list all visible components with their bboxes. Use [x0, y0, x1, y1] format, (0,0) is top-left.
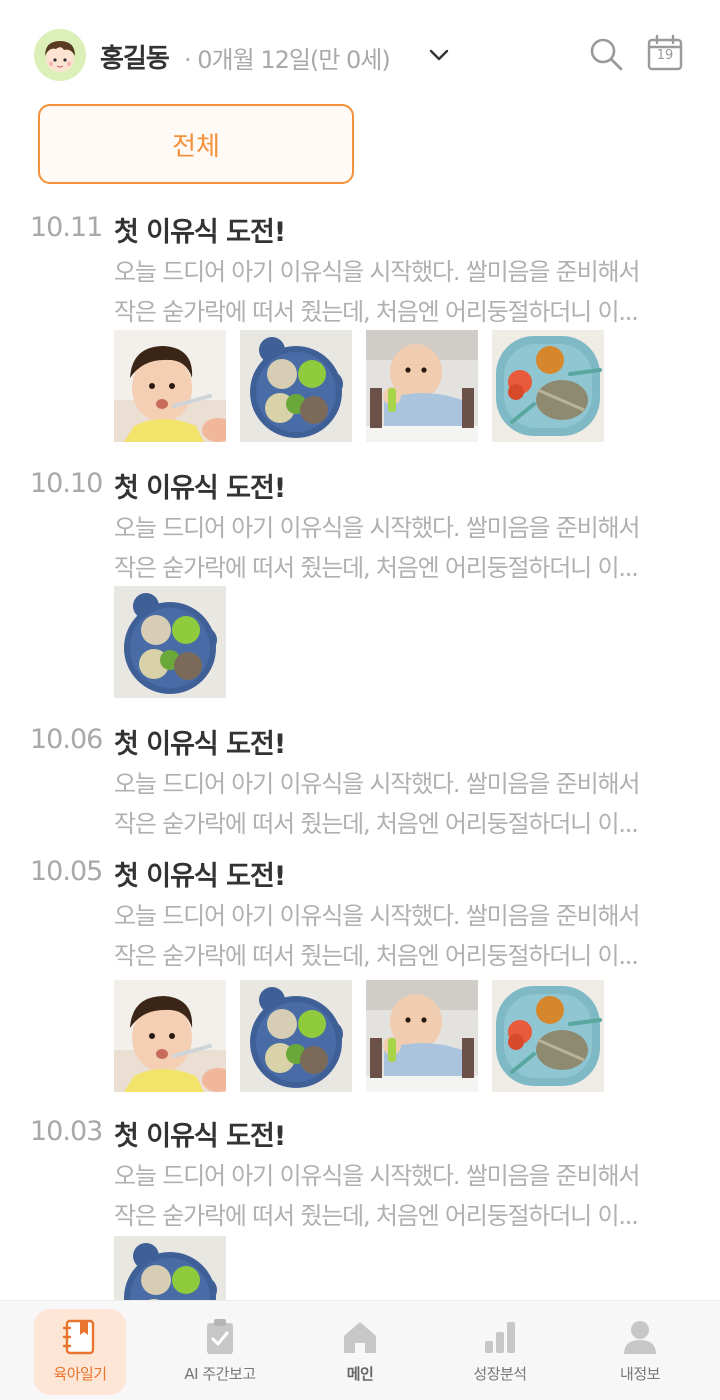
calendar-icon[interactable]: 19	[646, 34, 684, 72]
entry-title[interactable]: 첫 이유식 도전!	[114, 210, 286, 249]
entry-preview-line: 오늘 드디어 아기 이유식을 시작했다. 쌀미음을 준비해서	[114, 770, 640, 798]
entry-date: 10.11	[30, 212, 103, 243]
clipboard-check-icon	[207, 1319, 233, 1354]
entry-title[interactable]: 첫 이유식 도전!	[114, 1114, 286, 1153]
filter-all-button[interactable]: 전체	[38, 104, 354, 184]
entry-preview-line: 오늘 드디어 아기 이유식을 시작했다. 쌀미음을 준비해서	[114, 258, 640, 286]
entry-preview: 오늘 드디어 아기 이유식을 시작했다. 쌀미음을 준비해서 작은 숟가락에 떠…	[114, 764, 702, 844]
diary-book-icon	[62, 1319, 95, 1355]
tab-my-info[interactable]: 내정보	[594, 1309, 686, 1395]
toddler-meal-plate-photo[interactable]	[492, 980, 604, 1092]
tab-label: AI 주간보고	[184, 1365, 256, 1383]
entry-preview: 오늘 드디어 아기 이유식을 시작했다. 쌀미음을 준비해서 작은 숟가락에 떠…	[114, 508, 702, 588]
baby-high-chair-photo[interactable]	[366, 980, 478, 1092]
toddler-meal-plate-photo[interactable]	[492, 330, 604, 442]
baby-high-chair-photo[interactable]	[366, 330, 478, 442]
entry-photos	[114, 330, 604, 442]
entry-title[interactable]: 첫 이유식 도전!	[114, 466, 286, 505]
baby-age: · 0개월 12일(만 0세)	[184, 46, 391, 74]
entry-preview: 오늘 드디어 아기 이유식을 시작했다. 쌀미음을 준비해서 작은 숟가락에 떠…	[114, 252, 702, 332]
home-icon	[344, 1322, 376, 1353]
baby-food-bowl-photo[interactable]	[240, 980, 352, 1092]
entry-date: 10.03	[30, 1116, 103, 1147]
entry-preview-line: 작은 숟가락에 떠서 줬는데, 처음엔 어리둥절하더니 이...	[114, 942, 639, 970]
tab-main[interactable]: 메인	[314, 1309, 406, 1395]
entry-preview-line: 오늘 드디어 아기 이유식을 시작했다. 쌀미음을 준비해서	[114, 902, 640, 930]
tab-label: 메인	[346, 1365, 374, 1383]
person-icon	[624, 1321, 656, 1354]
app-header: 홍길동 · 0개월 12일(만 0세) 19	[0, 0, 720, 100]
chevron-down-icon[interactable]	[428, 44, 450, 66]
entry-preview: 오늘 드디어 아기 이유식을 시작했다. 쌀미음을 준비해서 작은 숟가락에 떠…	[114, 896, 702, 976]
entry-preview-line: 작은 숟가락에 떠서 줬는데, 처음엔 어리둥절하더니 이...	[114, 298, 639, 326]
tab-ai-weekly-report[interactable]: AI 주간보고	[174, 1309, 266, 1395]
tab-growth-analysis[interactable]: 성장분석	[454, 1309, 546, 1395]
baby-name[interactable]: 홍길동	[100, 38, 170, 75]
entry-date: 10.10	[30, 468, 103, 499]
baby-food-bowl-photo[interactable]	[240, 330, 352, 442]
search-icon[interactable]	[588, 36, 624, 72]
entry-photos	[114, 586, 226, 698]
entry-date: 10.06	[30, 724, 103, 755]
tab-diary[interactable]: 육아일기	[34, 1309, 126, 1395]
tab-label: 육아일기	[53, 1365, 107, 1383]
entry-preview-line: 오늘 드디어 아기 이유식을 시작했다. 쌀미음을 준비해서	[114, 514, 640, 542]
entry-preview-line: 작은 숟가락에 떠서 줬는데, 처음엔 어리둥절하더니 이...	[114, 1202, 639, 1230]
baby-face-icon[interactable]	[34, 29, 86, 81]
tab-label: 내정보	[620, 1365, 660, 1383]
tab-label: 성장분석	[473, 1365, 527, 1383]
entry-title[interactable]: 첫 이유식 도전!	[114, 854, 286, 893]
entry-preview-line: 작은 숟가락에 떠서 줬는데, 처음엔 어리둥절하더니 이...	[114, 810, 639, 838]
entry-title[interactable]: 첫 이유식 도전!	[114, 722, 286, 761]
entry-preview: 오늘 드디어 아기 이유식을 시작했다. 쌀미음을 준비해서 작은 숟가락에 떠…	[114, 1156, 702, 1236]
entry-preview-line: 오늘 드디어 아기 이유식을 시작했다. 쌀미음을 준비해서	[114, 1162, 640, 1190]
baby-eating-photo[interactable]	[114, 980, 226, 1092]
bottom-tab-bar: 육아일기 AI 주간보고 메인 성장분석 내정보	[0, 1300, 720, 1400]
entry-date: 10.05	[30, 856, 103, 887]
entry-photos	[114, 1236, 226, 1300]
baby-food-bowl-photo[interactable]	[114, 1236, 226, 1300]
bar-chart-icon	[485, 1322, 515, 1353]
baby-eating-photo[interactable]	[114, 330, 226, 442]
filter-label: 전체	[172, 131, 220, 162]
baby-food-bowl-photo[interactable]	[114, 586, 226, 698]
calendar-day: 19	[656, 48, 674, 63]
entry-photos	[114, 980, 604, 1092]
entry-preview-line: 작은 숟가락에 떠서 줬는데, 처음엔 어리둥절하더니 이...	[114, 554, 639, 582]
